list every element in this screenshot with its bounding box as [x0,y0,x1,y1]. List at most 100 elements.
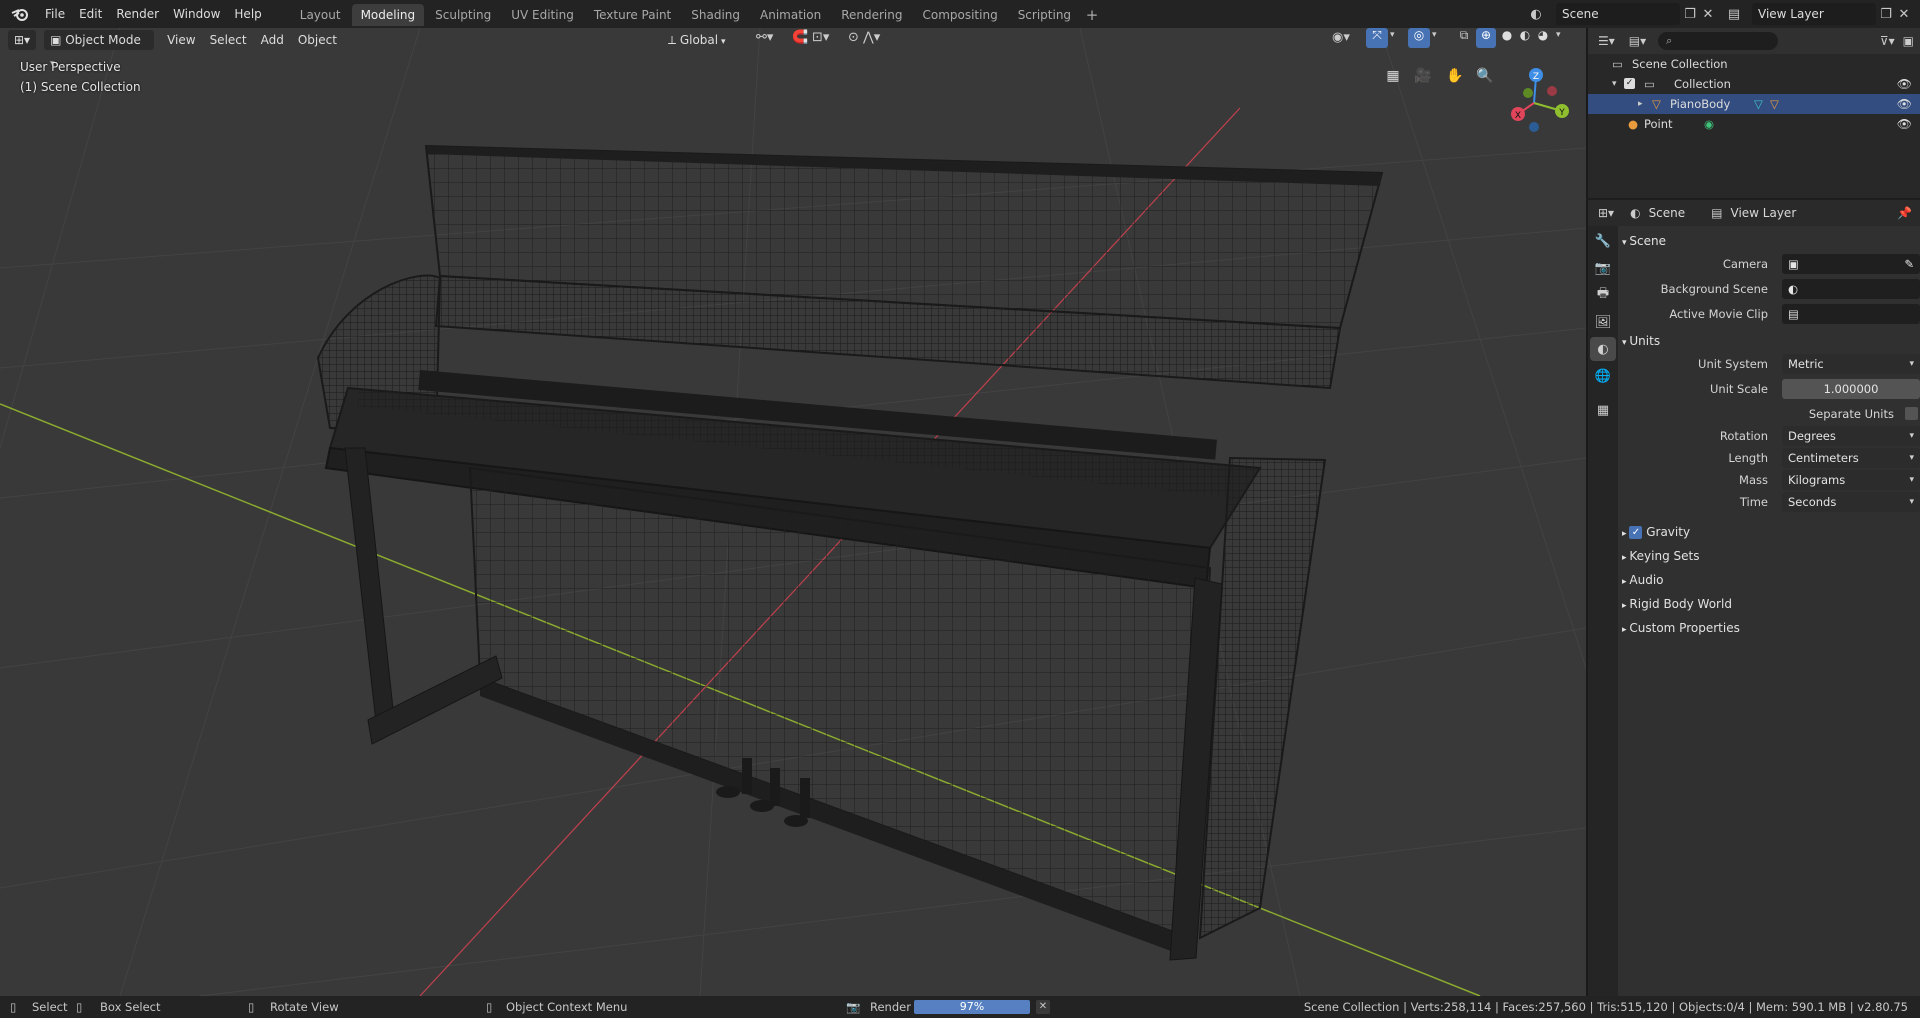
menu-render[interactable]: Render [109,3,166,25]
output-tab-icon[interactable]: 🖶 [1590,283,1616,307]
snap-target-icon[interactable]: ⊡▾ [812,30,829,45]
outliner-row-scene-collection[interactable]: ▭ Scene Collection [1588,54,1920,74]
rotation-dropdown[interactable]: Degrees ▾ [1782,426,1920,446]
tab-shading[interactable]: Shading [682,4,749,26]
gravity-section-header[interactable]: ▸ ✓ Gravity [1622,521,1918,543]
tab-compositing[interactable]: Compositing [913,4,1006,26]
chevron-right-icon[interactable]: ▸ [1638,94,1643,114]
tab-layout[interactable]: Layout [291,4,350,26]
new-collection-icon[interactable]: ▣ [1903,34,1914,48]
texture-tab-icon[interactable]: ▦ [1590,398,1616,422]
zoom-view-icon[interactable]: 🔍 [1472,63,1498,89]
view-layer-field[interactable]: View Layer [1752,3,1876,25]
viewport-menu-select[interactable]: Select [203,30,254,50]
length-dropdown[interactable]: Centimeters ▾ [1782,448,1920,468]
eye-icon[interactable]: 👁 [1897,114,1912,134]
separate-units-checkbox[interactable] [1905,407,1918,420]
proportional-editing-icon[interactable]: ⊙ ⋀▾ [848,30,880,45]
rigid-body-world-section-header[interactable]: ▸ Rigid Body World [1622,593,1918,615]
editor-type-button[interactable]: ⊞▾ [8,30,37,50]
active-movie-clip-field[interactable]: ▤ [1782,304,1920,324]
transform-orientation-selector[interactable]: ⟂ Global ▾ [668,30,726,50]
outliner-row-point[interactable]: ● Point ◉ 👁 [1588,114,1920,134]
keying-sets-section-header[interactable]: ▸ Keying Sets [1622,545,1918,567]
menu-help[interactable]: Help [227,3,268,25]
viewport-menu-view[interactable]: View [160,30,202,50]
viewport-menu-object[interactable]: Object [291,30,344,50]
tool-tab-icon[interactable]: 🔧 [1590,229,1616,253]
overlay-toggle-icon[interactable]: ◎ [1408,28,1430,48]
snap-icon[interactable]: 🧲 [792,30,808,45]
scene-section-header[interactable]: ▾ Scene [1622,230,1918,252]
3d-viewport[interactable]: ⊞▾ ▣ Object Mode ▾ View Select Add Objec… [0,28,1586,996]
pan-view-icon[interactable]: ✋ [1442,63,1468,89]
custom-properties-section-header[interactable]: ▸ Custom Properties [1622,617,1918,639]
unit-system-dropdown[interactable]: Metric ▾ [1782,354,1920,374]
tab-rendering[interactable]: Rendering [832,4,911,26]
xray-toggle-icon[interactable]: ⧉ [1454,28,1474,48]
background-scene-field[interactable]: ◐ [1782,279,1920,299]
scene-tab-icon[interactable]: ◐ [1590,337,1616,361]
audio-section-header[interactable]: ▸ Audio [1622,569,1918,591]
mode-selector[interactable]: ▣ Object Mode ▾ [44,30,155,69]
gizmo-toggle-icon[interactable]: ⤧ [1366,28,1388,48]
units-section-header[interactable]: ▾ Units [1622,330,1918,352]
viewport-menu-add[interactable]: Add [254,30,291,50]
chevron-down-icon[interactable]: ▾ [1612,74,1617,94]
outliner-row-pianobody[interactable]: ▸ ▽ PianoBody ▽ ▽ 👁 [1588,94,1920,114]
tab-modeling[interactable]: Modeling [351,4,425,26]
eyedropper-icon[interactable]: ✎ [1904,254,1914,274]
tab-uv-editing[interactable]: UV Editing [502,4,583,26]
mass-dropdown[interactable]: Kilograms ▾ [1782,470,1920,490]
camera-view-icon[interactable]: 🎥 [1410,63,1436,89]
pin-icon[interactable]: 📌 [1897,206,1912,220]
scene-field[interactable]: Scene [1556,3,1680,25]
outliner-row-collection[interactable]: ▾ ✓ ▭ Collection 👁 [1588,74,1920,94]
view-layer-selector-icon[interactable]: ▤ [1724,4,1744,24]
render-tab-icon[interactable]: 📷 [1590,256,1616,280]
cancel-render-button[interactable]: ✕ [1036,1000,1050,1014]
eye-icon[interactable]: 👁 [1897,74,1912,94]
tab-animation[interactable]: Animation [751,4,830,26]
properties-editor-type-icon[interactable]: ⊞▾ [1598,206,1614,220]
pivot-point-icon[interactable]: ⚯▾ [756,30,773,45]
view-layer-tab-icon[interactable]: 🖼 [1590,310,1616,334]
eye-icon[interactable]: 👁 [1897,94,1912,114]
chevron-down-icon[interactable]: ▾ [1432,30,1437,40]
toggle-view-grid-icon[interactable]: ▦ [1380,63,1406,89]
unit-scale-field[interactable]: 1.000000 [1782,379,1920,399]
world-tab-icon[interactable]: 🌐 [1590,364,1616,388]
rendered-shading-icon[interactable]: ◕ [1534,28,1552,48]
blender-logo-icon[interactable] [8,4,32,24]
piano-body[interactable] [316,144,1384,961]
tab-texture-paint[interactable]: Texture Paint [585,4,680,26]
material-shading-icon[interactable]: ◐ [1516,28,1534,48]
scene-selector-icon[interactable]: ◐ [1526,4,1546,24]
separate-units-row[interactable]: Separate Units [1782,404,1920,424]
outliner-search-input[interactable]: ⌕ [1658,32,1779,50]
chevron-down-icon[interactable]: ▾ [1556,30,1561,40]
menu-edit[interactable]: Edit [72,3,109,25]
piano-wireframe-scene[interactable] [0,28,1586,996]
time-dropdown[interactable]: Seconds ▾ [1782,492,1920,512]
delete-scene-icon[interactable]: ✕ [1698,4,1718,24]
new-scene-icon[interactable]: ❐ [1680,4,1700,24]
menu-file[interactable]: File [38,3,72,25]
solid-shading-icon[interactable]: ● [1498,28,1516,48]
wireframe-shading-icon[interactable]: ⊕ [1476,28,1496,48]
menu-window[interactable]: Window [166,3,227,25]
add-workspace-button[interactable]: + [1082,4,1102,26]
filter-icon[interactable]: ⊽▾ [1880,34,1895,48]
navigation-gizmo[interactable]: Z Y X [1500,63,1580,143]
display-mode-icon[interactable]: ▤▾ [1629,34,1646,48]
camera-field[interactable]: ▣ ✎ [1782,254,1920,274]
new-view-layer-icon[interactable]: ❐ [1876,4,1896,24]
outliner-editor-type-icon[interactable]: ☰▾ [1598,34,1615,48]
gravity-checkbox[interactable]: ✓ [1629,526,1643,539]
visibility-icon[interactable]: ◉▾ [1332,30,1350,45]
exclude-checkbox[interactable]: ✓ [1624,78,1635,89]
tab-scripting[interactable]: Scripting [1009,4,1080,26]
delete-view-layer-icon[interactable]: ✕ [1894,4,1914,24]
chevron-down-icon[interactable]: ▾ [1390,30,1395,40]
tab-sculpting[interactable]: Sculpting [426,4,500,26]
